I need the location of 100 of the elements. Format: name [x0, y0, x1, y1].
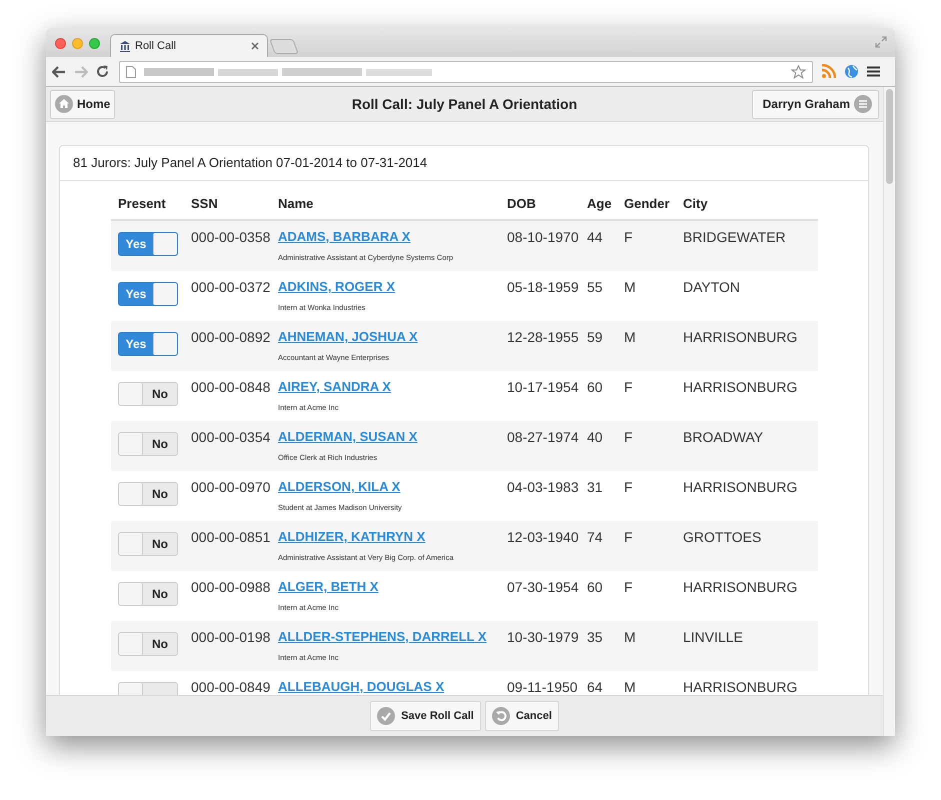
table-cell-text: 12-28-1955 — [506, 329, 580, 345]
table-cell-text: 08-10-1970 — [506, 229, 580, 245]
name-link[interactable]: ADKINS, ROGER X — [278, 279, 396, 294]
table-cell-text: 000-00-0848 — [190, 379, 271, 395]
column-header: Present — [117, 195, 167, 213]
close-window-icon[interactable] — [55, 38, 66, 49]
undo-icon — [492, 707, 510, 725]
toggle-switch[interactable]: No — [118, 482, 178, 506]
table-cell-text: 40 — [586, 429, 604, 445]
home-button[interactable]: Home — [50, 90, 116, 118]
page-icon — [126, 66, 136, 78]
columns-icon — [119, 40, 131, 52]
name-link[interactable]: AIREY, SANDRA X — [278, 379, 391, 394]
table-cell-text: M — [623, 629, 637, 645]
menu-icon — [854, 95, 872, 113]
toggle-switch[interactable]: No — [118, 632, 178, 656]
table-cell-text: 000-00-0988 — [190, 579, 271, 595]
save-button[interactable]: Save Roll Call — [370, 701, 481, 731]
table-cell-text: 000-00-0849 — [190, 679, 271, 695]
table-cell-text: 59 — [586, 329, 604, 345]
minimize-window-icon[interactable] — [72, 38, 83, 49]
column-header: Gender — [623, 195, 671, 213]
toggle-switch[interactable]: No — [118, 382, 178, 406]
name-link[interactable]: ALGER, BETH X — [278, 579, 378, 594]
table-cell-text: HARRISONBURG — [682, 379, 798, 395]
globe-icon[interactable] — [844, 64, 859, 79]
table-cell-text: 000-00-0354 — [190, 429, 271, 445]
cancel-button[interactable]: Cancel — [484, 701, 559, 731]
table-cell-text: 000-00-0358 — [190, 229, 271, 245]
name-link[interactable]: ALDERMAN, SUSAN X — [278, 429, 418, 444]
table-cell-text: 60 — [586, 379, 604, 395]
rss-icon[interactable] — [821, 64, 836, 79]
check-icon — [377, 707, 396, 725]
column-header: SSN — [190, 195, 219, 213]
table-cell-text: 31 — [586, 479, 604, 495]
table-cell-text: F — [623, 429, 634, 445]
toggle-switch[interactable]: No — [118, 582, 178, 606]
table-cell-text: BROADWAY — [682, 429, 764, 445]
table-cell-text: M — [623, 329, 637, 345]
table-cell-text: 44 — [586, 229, 604, 245]
fullscreen-icon[interactable] — [875, 36, 887, 48]
column-header: DOB — [506, 195, 537, 213]
table-cell-text: F — [623, 579, 634, 595]
column-header: Name — [277, 195, 314, 213]
table-cell-text: 000-00-0372 — [190, 279, 271, 295]
page-title: Roll Call: July Panel A Orientation — [352, 94, 578, 114]
table-cell-text: 55 — [586, 279, 604, 295]
table-cell-text: 64 — [586, 679, 604, 695]
star-icon[interactable] — [791, 64, 806, 78]
table-cell-text: 10-17-1954 — [506, 379, 580, 395]
table-cell-text: F — [623, 229, 634, 245]
table-cell-text: HARRISONBURG — [682, 479, 798, 495]
toggle-switch[interactable]: No — [118, 532, 178, 556]
address-bar[interactable] — [119, 60, 813, 82]
name-link[interactable]: AHNEMAN, JOSHUA X — [278, 329, 418, 344]
table-cell-text: 12-03-1940 — [506, 529, 580, 545]
scrollbar[interactable] — [883, 87, 895, 736]
forward-icon[interactable] — [74, 66, 88, 78]
maximize-window-icon[interactable] — [89, 38, 100, 49]
table-cell-text: 000-00-0851 — [190, 529, 271, 545]
name-link[interactable]: ALDERSON, KILA X — [278, 479, 400, 494]
back-icon[interactable] — [52, 66, 66, 78]
table-cell-text: F — [623, 379, 634, 395]
table-cell-text: HARRISONBURG — [682, 579, 798, 595]
toggle-switch[interactable]: Yes — [118, 282, 178, 306]
new-tab-button[interactable] — [269, 39, 299, 54]
table-cell-text: 000-00-0892 — [190, 329, 271, 345]
column-header: City — [682, 195, 709, 213]
toggle-switch[interactable]: Yes — [118, 332, 178, 356]
home-icon — [55, 95, 73, 113]
table-cell-text: 35 — [586, 629, 604, 645]
toggle-switch[interactable]: No — [118, 432, 178, 456]
table-cell-text: 000-00-0970 — [190, 479, 271, 495]
user-menu-button[interactable]: Darryn Graham — [752, 90, 879, 118]
table-cell-text: BRIDGEWATER — [682, 229, 787, 245]
table-cell-text: F — [623, 529, 634, 545]
table-cell-text: 09-11-1950 — [506, 679, 579, 695]
name-link[interactable]: ALLEBAUGH, DOUGLAS X — [278, 679, 444, 694]
table-cell-text: 60 — [586, 579, 604, 595]
panel-heading: 81 Jurors: July Panel A Orientation 07-01-2014 to 07-31-2014 — [73, 154, 428, 172]
name-link[interactable]: ALLDER-STEPHENS, DARRELL X — [278, 629, 486, 644]
table-cell-text: 08-27-1974 — [506, 429, 580, 445]
menu-icon[interactable] — [867, 66, 880, 77]
name-link[interactable]: ADAMS, BARBARA X — [278, 229, 410, 244]
browser-tab[interactable]: Roll Call — [110, 34, 268, 57]
tab-title: Roll Call — [135, 38, 176, 54]
table-cell-text: 04-03-1983 — [506, 479, 580, 495]
table-cell-text: 10-30-1979 — [506, 629, 580, 645]
name-link[interactable]: ALDHIZER, KATHRYN X — [278, 529, 426, 544]
table-cell-text: 07-30-1954 — [506, 579, 580, 595]
table-cell-text: HARRISONBURG — [682, 679, 798, 695]
scrollbar-thumb[interactable] — [886, 89, 893, 184]
table-cell-text: M — [623, 679, 637, 695]
column-header: Age — [586, 195, 613, 213]
reload-icon[interactable] — [96, 65, 109, 78]
close-tab-icon[interactable] — [251, 42, 259, 50]
table-cell-text: DAYTON — [682, 279, 742, 295]
toggle-switch[interactable]: Yes — [118, 232, 178, 256]
table-cell-text: M — [623, 279, 637, 295]
table-cell-text: HARRISONBURG — [682, 329, 798, 345]
